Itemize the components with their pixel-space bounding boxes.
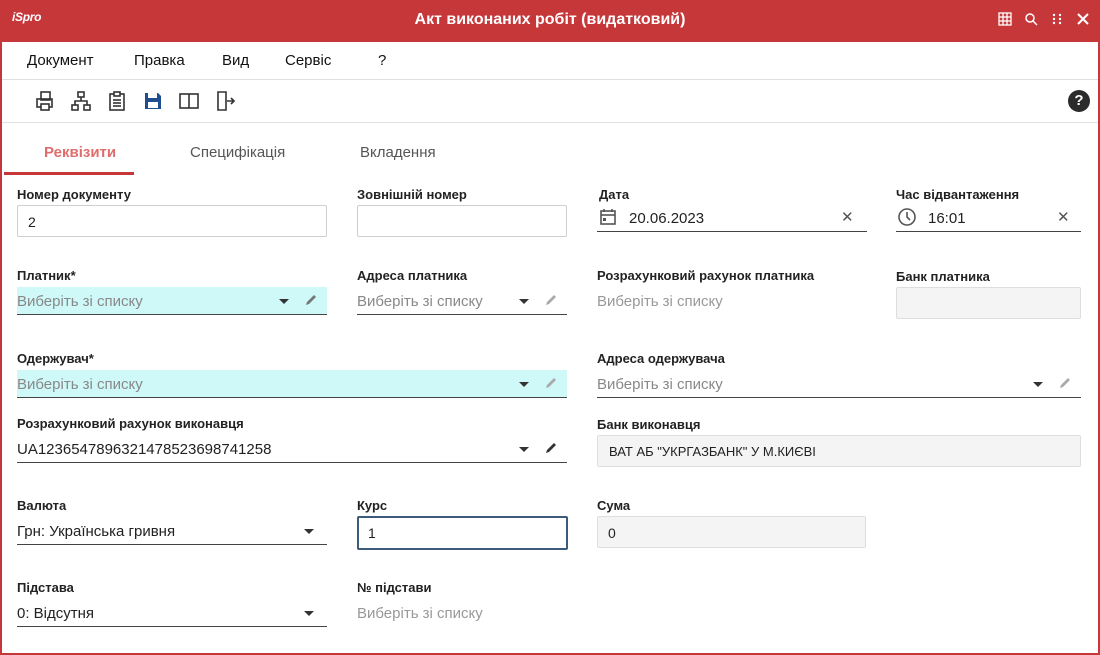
currency-value: Грн: Українська гривня — [17, 523, 176, 540]
payer-address-select[interactable]: Виберіть зі списку — [357, 287, 567, 315]
chevron-down-icon[interactable] — [519, 447, 529, 452]
menu-item-service[interactable]: Сервіс — [285, 52, 331, 69]
ship-time-clear-icon[interactable]: ✕ — [1057, 208, 1070, 226]
edit-icon[interactable] — [544, 293, 558, 307]
payer-select[interactable]: Виберіть зі списку — [17, 287, 327, 315]
edit-icon[interactable] — [544, 376, 558, 390]
edit-icon[interactable] — [544, 441, 558, 455]
tab-bar: Реквізити Специфікація Вкладення — [2, 124, 1098, 175]
payer-address-label: Адреса платника — [357, 268, 468, 283]
rate-label: Курс — [357, 498, 388, 513]
payer-account-placeholder[interactable]: Виберіть зі списку — [597, 293, 723, 310]
save-icon[interactable] — [142, 90, 164, 112]
title-bar: iSpro Акт виконаних робіт (видатковий) — [0, 0, 1100, 42]
executor-account-select[interactable]: UA12365478963214785236987412​58 — [17, 435, 567, 463]
clipboard-icon[interactable] — [106, 90, 128, 112]
menu-item-edit[interactable]: Правка — [134, 52, 185, 69]
doc-number-field[interactable]: 2 — [17, 205, 327, 237]
basis-value: 0: Відсутня — [17, 605, 95, 622]
doc-number-label: Номер документу — [17, 187, 131, 202]
book-icon[interactable] — [178, 90, 200, 112]
payer-address-placeholder: Виберіть зі списку — [357, 293, 483, 310]
sum-field: 0 — [597, 516, 866, 548]
toolbar: ? — [2, 81, 1098, 123]
window-title: Акт виконаних робіт (видатковий) — [414, 11, 686, 28]
recipient-label: Одержувач* — [17, 351, 94, 366]
executor-account-label: Розрахунковий рахунок виконавця — [17, 416, 244, 431]
edit-icon[interactable] — [1058, 376, 1072, 390]
recipient-placeholder: Виберіть зі списку — [17, 376, 143, 393]
exit-icon[interactable] — [214, 90, 236, 112]
chevron-down-icon[interactable] — [304, 529, 314, 534]
executor-bank-field: ВАТ АБ "УКРГАЗБАНК" У М.КИЄВІ — [597, 435, 1081, 467]
chevron-down-icon[interactable] — [519, 382, 529, 387]
chevron-down-icon[interactable] — [304, 611, 314, 616]
payer-bank-field — [896, 287, 1081, 319]
executor-bank-label: Банк виконавця — [597, 417, 701, 432]
tab-specification[interactable]: Специфікація — [190, 144, 285, 161]
recipient-address-placeholder: Виберіть зі списку — [597, 376, 723, 393]
payer-bank-label: Банк платника — [896, 269, 990, 284]
recipient-select[interactable]: Виберіть зі списку — [17, 370, 567, 398]
menu-item-view[interactable]: Вид — [222, 52, 249, 69]
hierarchy-icon[interactable] — [70, 90, 92, 112]
sum-label: Сума — [597, 498, 631, 513]
date-field[interactable]: 20.06.2023 ✕ — [597, 204, 867, 232]
external-number-label: Зовнішній номер — [357, 187, 467, 202]
basis-number-label: № підстави — [357, 580, 432, 595]
recipient-address-label: Адреса одержувача — [597, 351, 725, 366]
payer-label: Платник* — [17, 268, 76, 283]
external-number-field[interactable] — [357, 205, 567, 237]
clock-icon[interactable] — [897, 207, 917, 231]
basis-number-placeholder[interactable]: Виберіть зі списку — [357, 605, 483, 622]
print-icon[interactable] — [34, 90, 56, 112]
date-label: Дата — [599, 187, 630, 202]
payer-account-label: Розрахунковий рахунок платника — [597, 268, 815, 283]
chevron-down-icon[interactable] — [1033, 382, 1043, 387]
recipient-address-select[interactable]: Виберіть зі списку — [597, 370, 1081, 398]
ship-time-label: Час відвантаження — [896, 187, 1020, 202]
active-tab-indicator — [4, 172, 134, 175]
tab-attachments[interactable]: Вкладення — [360, 144, 436, 161]
chevron-down-icon[interactable] — [519, 299, 529, 304]
executor-account-value: UA12365478963214785236987412​58 — [17, 441, 272, 458]
grid-icon[interactable] — [998, 12, 1012, 28]
payer-placeholder: Виберіть зі списку — [17, 293, 143, 310]
menu-item-help[interactable]: ? — [378, 52, 386, 69]
more-icon[interactable] — [1050, 12, 1064, 28]
date-value: 20.06.2023 — [629, 210, 705, 227]
tab-requisites[interactable]: Реквізити — [44, 144, 116, 161]
ship-time-value: 16:01 — [928, 210, 966, 227]
date-clear-icon[interactable]: ✕ — [841, 208, 854, 226]
edit-icon[interactable] — [304, 293, 318, 307]
basis-select[interactable]: 0: Відсутня — [17, 599, 327, 627]
currency-label: Валюта — [17, 498, 67, 513]
window-controls — [998, 12, 1090, 28]
search-icon[interactable] — [1024, 12, 1038, 28]
currency-select[interactable]: Грн: Українська гривня — [17, 517, 327, 545]
ship-time-field[interactable]: 16:01 ✕ — [896, 204, 1081, 232]
basis-label: Підстава — [17, 580, 74, 595]
help-icon[interactable]: ? — [1068, 90, 1090, 112]
calendar-icon[interactable] — [599, 208, 617, 230]
chevron-down-icon[interactable] — [279, 299, 289, 304]
app-window: iSpro Акт виконаних робіт (видатковий) Д… — [0, 0, 1100, 655]
menu-bar: Документ Правка Вид Сервіс ? — [2, 42, 1098, 80]
menu-item-document[interactable]: Документ — [27, 52, 94, 69]
rate-field[interactable]: 1 — [357, 516, 568, 550]
close-icon[interactable] — [1076, 12, 1090, 28]
